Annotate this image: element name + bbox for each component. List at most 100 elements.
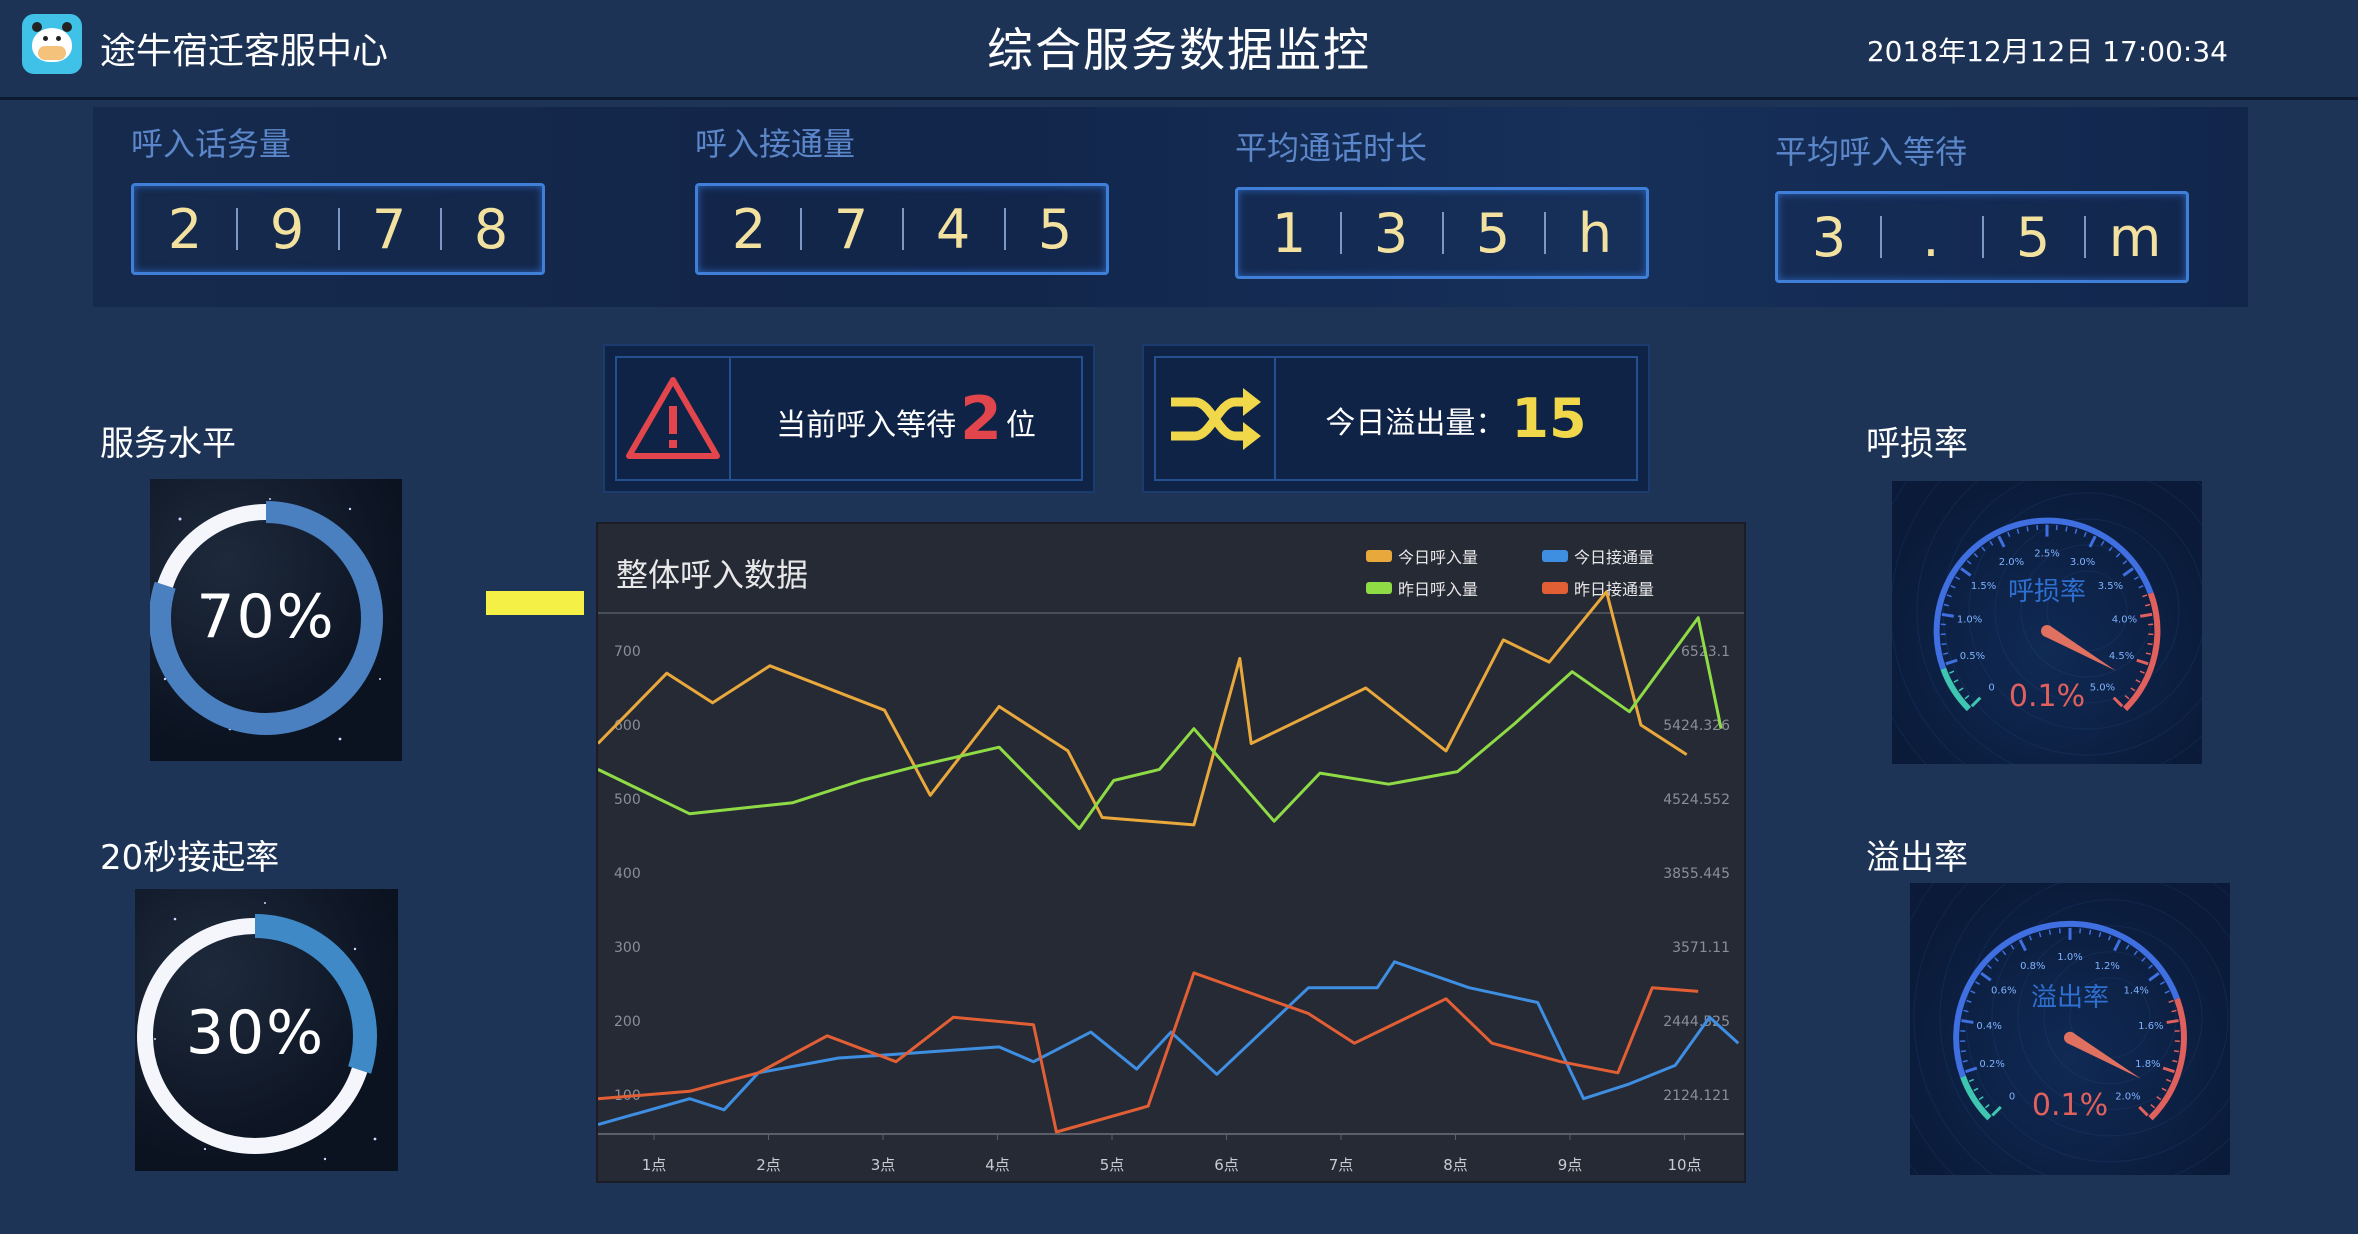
kpi-digit: . xyxy=(1880,194,1982,280)
gauge-tick xyxy=(2142,594,2148,598)
answer-20s-value: 30% xyxy=(185,998,326,1068)
gauge-tick xyxy=(2125,944,2130,950)
kpi-digit: 4 xyxy=(902,186,1004,272)
gauge-tick xyxy=(1973,1087,1979,1092)
kpi-digits: 1 3 5 h xyxy=(1235,187,1649,279)
gauge-tick xyxy=(2148,971,2160,982)
answer-20s-ring: 30% xyxy=(135,889,398,1171)
gauge-tick xyxy=(2098,932,2102,938)
gauge-tick xyxy=(2156,1096,2162,1101)
waiting-prefix: 当前呼入等待 xyxy=(776,407,957,443)
gauge-tick xyxy=(1987,964,1992,969)
gauge-tick xyxy=(2138,1105,2149,1117)
gauge-tick xyxy=(1984,1104,1990,1109)
kpi-inbound-calls: 呼入话务量 2 9 7 8 xyxy=(131,119,545,275)
x-tick-label: 1点 xyxy=(642,1156,667,1174)
gauge-tick xyxy=(1973,552,1979,558)
overflow-rate-label: 溢出率 xyxy=(1866,838,1968,878)
gauge-tick xyxy=(2135,679,2141,683)
gauge-svg: 0 0.5% 1.0% 1.5% 2.0% 2.5% 3.0% 3.5% 4.0% 4.5% 5.0… xyxy=(1892,481,2202,764)
kpi-digit: 2 xyxy=(167,197,203,261)
gauge-tick xyxy=(1945,658,1958,666)
x-tick-label: 5点 xyxy=(1100,1156,1125,1174)
gauge-tick xyxy=(2074,528,2078,534)
kpi-digits: 2 7 4 5 xyxy=(695,183,1109,275)
gauge-tick xyxy=(2133,950,2138,956)
gauge-tick xyxy=(1970,990,1976,994)
gauge-tick xyxy=(1968,1078,1975,1083)
gauge-tick xyxy=(2065,526,2068,532)
gauge-tick-label: 1.6% xyxy=(2138,1021,2163,1032)
gauge-tick xyxy=(1950,585,1956,589)
gauge-tick-label: 0.2% xyxy=(1979,1059,2004,1070)
gauge-tick xyxy=(2161,1087,2167,1092)
gauge-tick xyxy=(2139,612,2153,618)
overflow-text: 今日溢出量： 15 xyxy=(1276,387,1636,450)
kpi-band: 呼入话务量 2 9 7 8 呼入接通量 2 7 4 5 平均通话时长 1 3 5… xyxy=(93,107,2248,307)
kpi-digit: 1 xyxy=(1271,201,1307,265)
kpi-digit: 3 xyxy=(1811,205,1847,269)
gauge-tick xyxy=(1960,1050,1967,1053)
gauge-tick xyxy=(2107,935,2112,941)
gauge-tick xyxy=(2122,567,2134,577)
kpi-digits: 3 . 5 m xyxy=(1775,191,2189,283)
gauge-needle xyxy=(2044,625,2116,671)
gauge-tick xyxy=(1961,1019,1974,1024)
series-line xyxy=(598,616,1723,831)
gauge-tick xyxy=(1946,594,1952,598)
y-tick-left: 400 xyxy=(614,866,641,882)
gauge-tick xyxy=(2150,1104,2156,1109)
gauge-tick xyxy=(2162,1066,2175,1074)
x-tick-label: 9点 xyxy=(1558,1156,1583,1174)
x-tick-label: 2点 xyxy=(756,1156,781,1174)
answer-20s-label: 20秒接起率 xyxy=(100,838,280,878)
gauge-tick xyxy=(2048,929,2052,935)
gauge-tick-label: 1.4% xyxy=(2124,986,2149,997)
gauge-tick xyxy=(2173,1050,2180,1053)
gauge-tick-label: 3.5% xyxy=(2098,581,2123,592)
gauge-tick-label: 2.0% xyxy=(1999,557,2024,568)
kpi-avg-talk-time: 平均通话时长 1 3 5 h xyxy=(1235,123,1649,279)
gauge-tick xyxy=(2147,642,2153,646)
gauge-tick xyxy=(2038,932,2042,938)
overflow-rate-gauge: 0 0.2% 0.4% 0.6% 0.8% 1.0% 1.2% 1.4% 1.6% 1.8% 2.0… xyxy=(1910,883,2230,1175)
kpi-digit: 2 xyxy=(731,197,767,261)
gauge-tick-label: 0.8% xyxy=(2020,961,2045,972)
y-tick-right: 4524.552 xyxy=(1663,792,1730,808)
gauge-tick xyxy=(1997,535,2006,548)
gauge-tick xyxy=(2016,528,2020,534)
gauge-needle-hub xyxy=(2041,624,2053,637)
gauge-tick xyxy=(2166,1019,2179,1024)
gauge-tick xyxy=(2136,658,2149,666)
overflow-count: 15 xyxy=(1511,387,1587,450)
gauge-tick xyxy=(2088,929,2092,935)
kpi-digits: 2 9 7 8 xyxy=(131,183,545,275)
kpi-digit: 7 xyxy=(800,186,902,272)
gauge-tick xyxy=(2172,1059,2178,1063)
gauge-tick-label: 1.0% xyxy=(2057,952,2082,963)
kpi-digit: 3 xyxy=(1340,190,1442,276)
kpi-digit: h xyxy=(1544,190,1646,276)
service-level-value: 70% xyxy=(196,582,336,652)
gauge-tick xyxy=(1941,612,1955,618)
gauge-tick-label: 1.2% xyxy=(2094,961,2119,972)
gauge-tick xyxy=(1981,546,1986,552)
overflow-alert: 今日溢出量： 15 xyxy=(1142,344,1650,493)
gauge-tick-label: 1.0% xyxy=(1957,615,1982,626)
top-bar: 途牛宿迁客服中心 综合服务数据监控 2018年12月12日 17:00:34 xyxy=(0,0,2358,100)
gauge-tick xyxy=(2026,526,2029,532)
kpi-digit: 5 xyxy=(1442,190,1544,276)
gauge-tick xyxy=(1953,679,1959,683)
gauge-tick-label: 1.5% xyxy=(1971,581,1996,592)
gauge-tick xyxy=(1978,1096,1984,1101)
gauge-tick xyxy=(1955,576,1961,581)
kpi-digit: 9 xyxy=(236,186,338,272)
y-tick-right: 3571.11 xyxy=(1672,940,1730,956)
kpi-digit: 7 xyxy=(338,186,440,272)
gauge-tick xyxy=(2139,670,2145,674)
chart-plot: 1002003004005006007002124.1212444.525357… xyxy=(598,590,1744,1174)
kpi-digit: 5 xyxy=(1982,194,2084,280)
gauge-tick xyxy=(1943,652,1949,655)
series-line xyxy=(598,971,1699,1134)
service-level-label: 服务水平 xyxy=(100,424,236,464)
